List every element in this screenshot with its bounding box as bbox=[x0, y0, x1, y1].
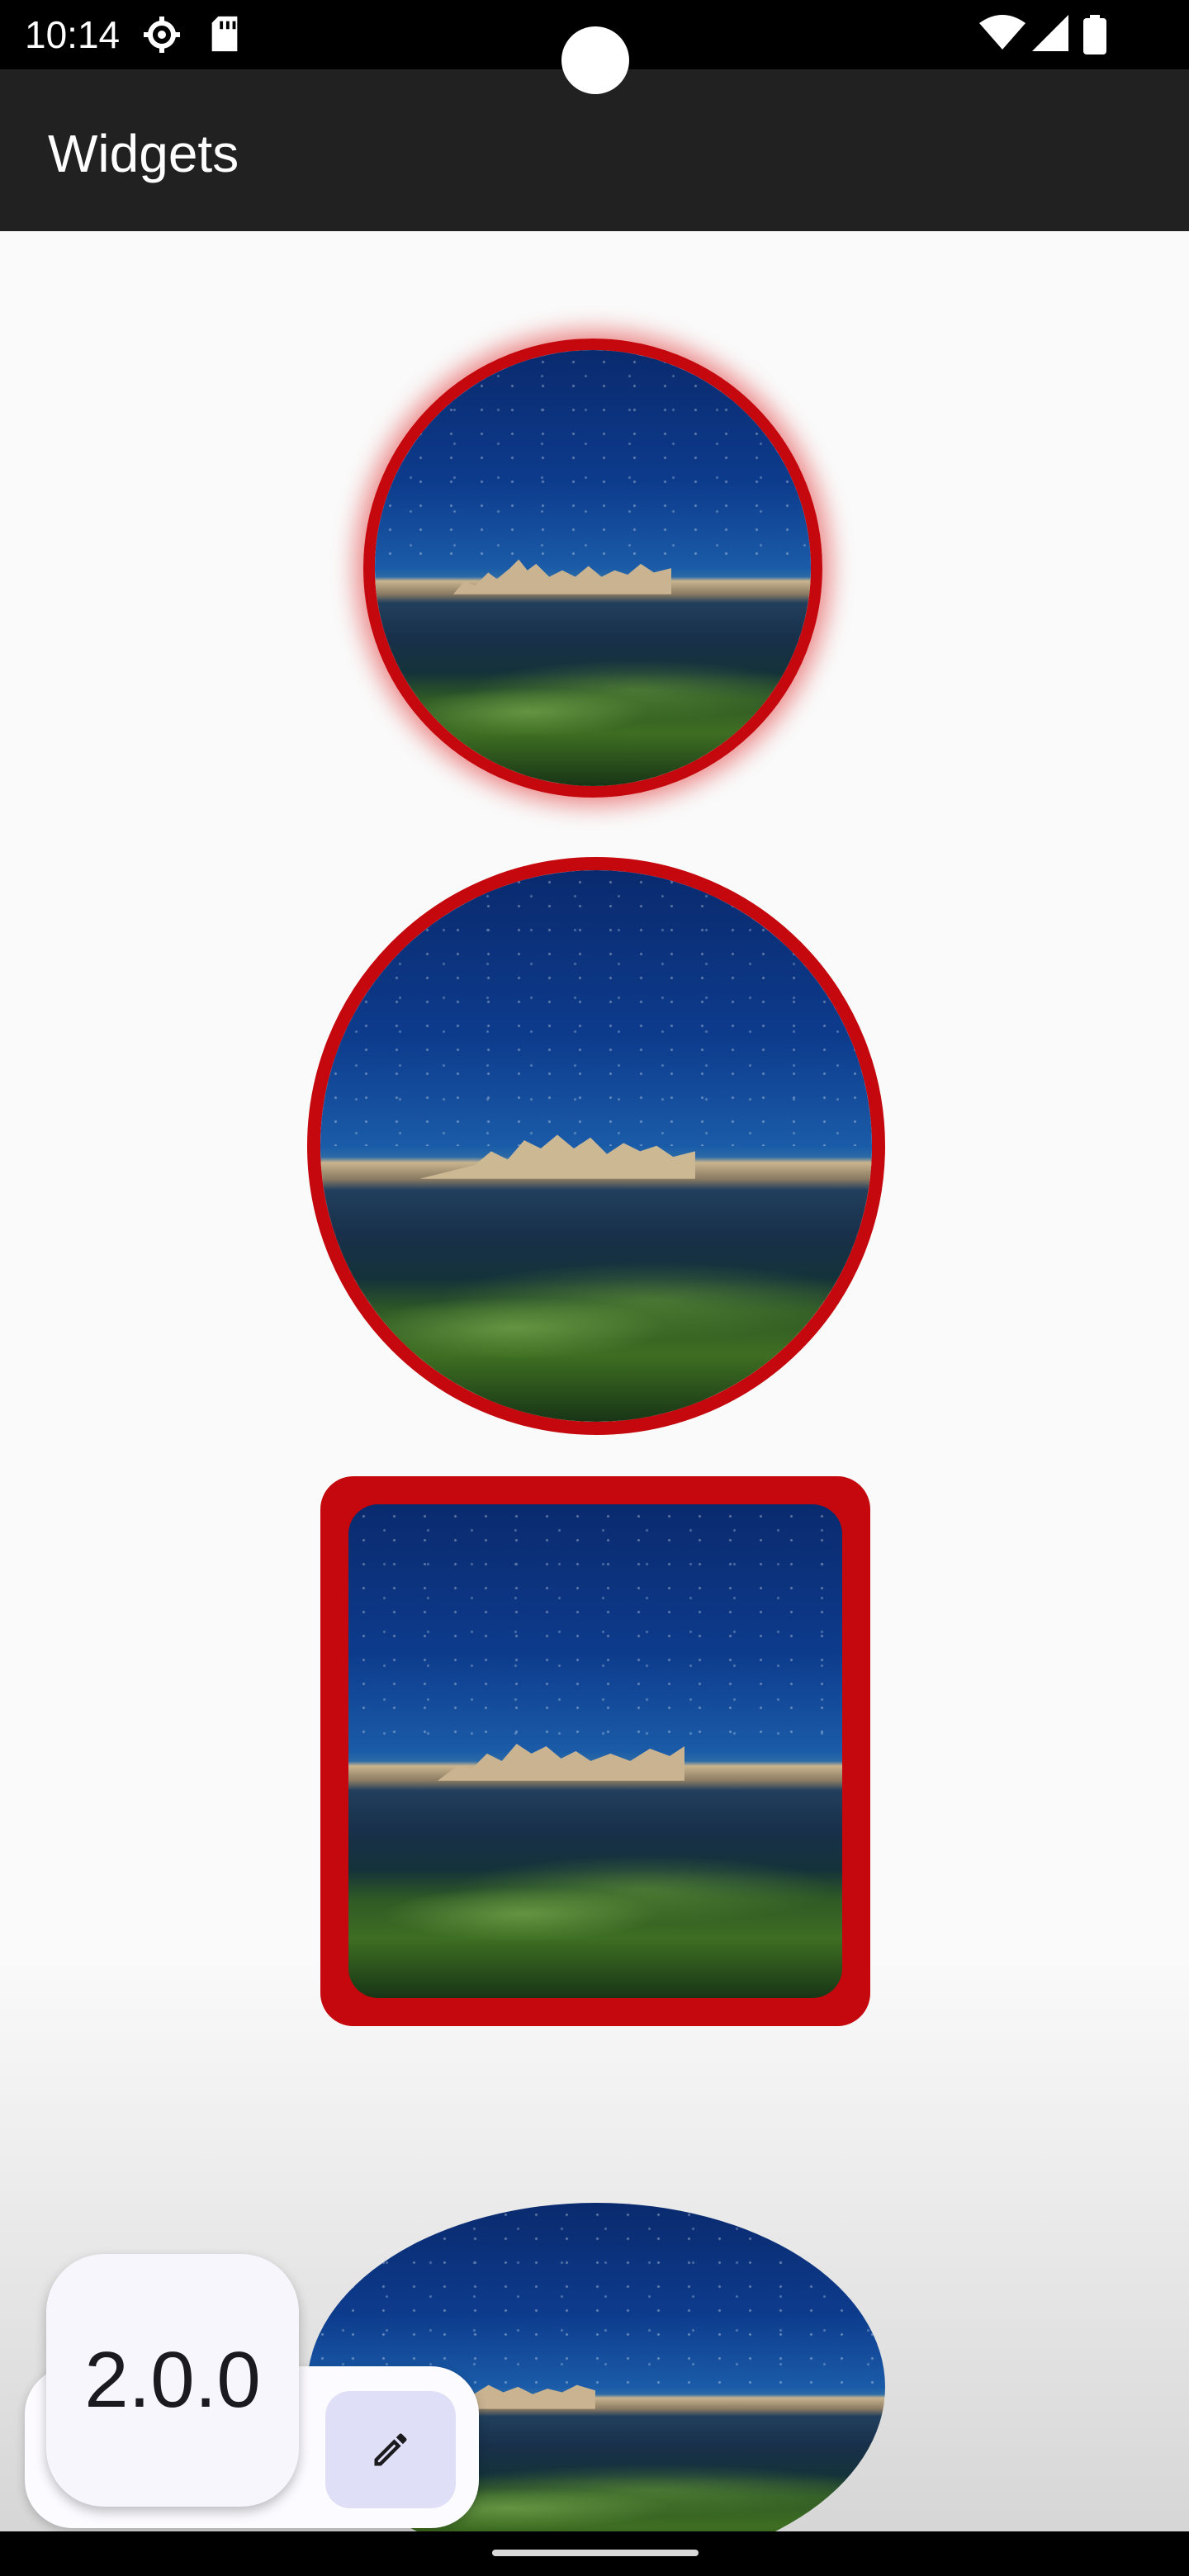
battery-icon bbox=[1083, 15, 1106, 54]
content-area[interactable] bbox=[0, 231, 1189, 2531]
status-time: 10:14 bbox=[25, 13, 121, 56]
circle-glow-image-frame bbox=[363, 339, 822, 798]
lake-photo bbox=[348, 1504, 842, 1998]
circle-image-frame bbox=[307, 857, 885, 1435]
wifi-icon bbox=[979, 15, 1026, 50]
signal-icon bbox=[1032, 15, 1068, 51]
rounded-square-image-frame bbox=[320, 1476, 870, 2026]
camera-dot bbox=[561, 26, 629, 94]
settings-icon bbox=[144, 17, 180, 53]
tufa-rocks bbox=[453, 559, 672, 594]
version-card[interactable]: 2.0.0 bbox=[46, 2254, 299, 2507]
pencil-icon bbox=[374, 2433, 407, 2466]
lake-photo bbox=[320, 870, 872, 1422]
page-title: Widgets bbox=[48, 124, 239, 183]
gesture-handle[interactable] bbox=[492, 2550, 699, 2556]
tufa-rocks bbox=[419, 1134, 696, 1180]
version-label: 2.0.0 bbox=[84, 2336, 261, 2424]
navigation-bar bbox=[0, 2531, 1189, 2576]
edit-button[interactable] bbox=[325, 2391, 456, 2508]
tufa-rocks bbox=[437, 1744, 685, 1781]
lake-photo bbox=[375, 350, 811, 786]
sd-card-icon bbox=[211, 16, 238, 52]
